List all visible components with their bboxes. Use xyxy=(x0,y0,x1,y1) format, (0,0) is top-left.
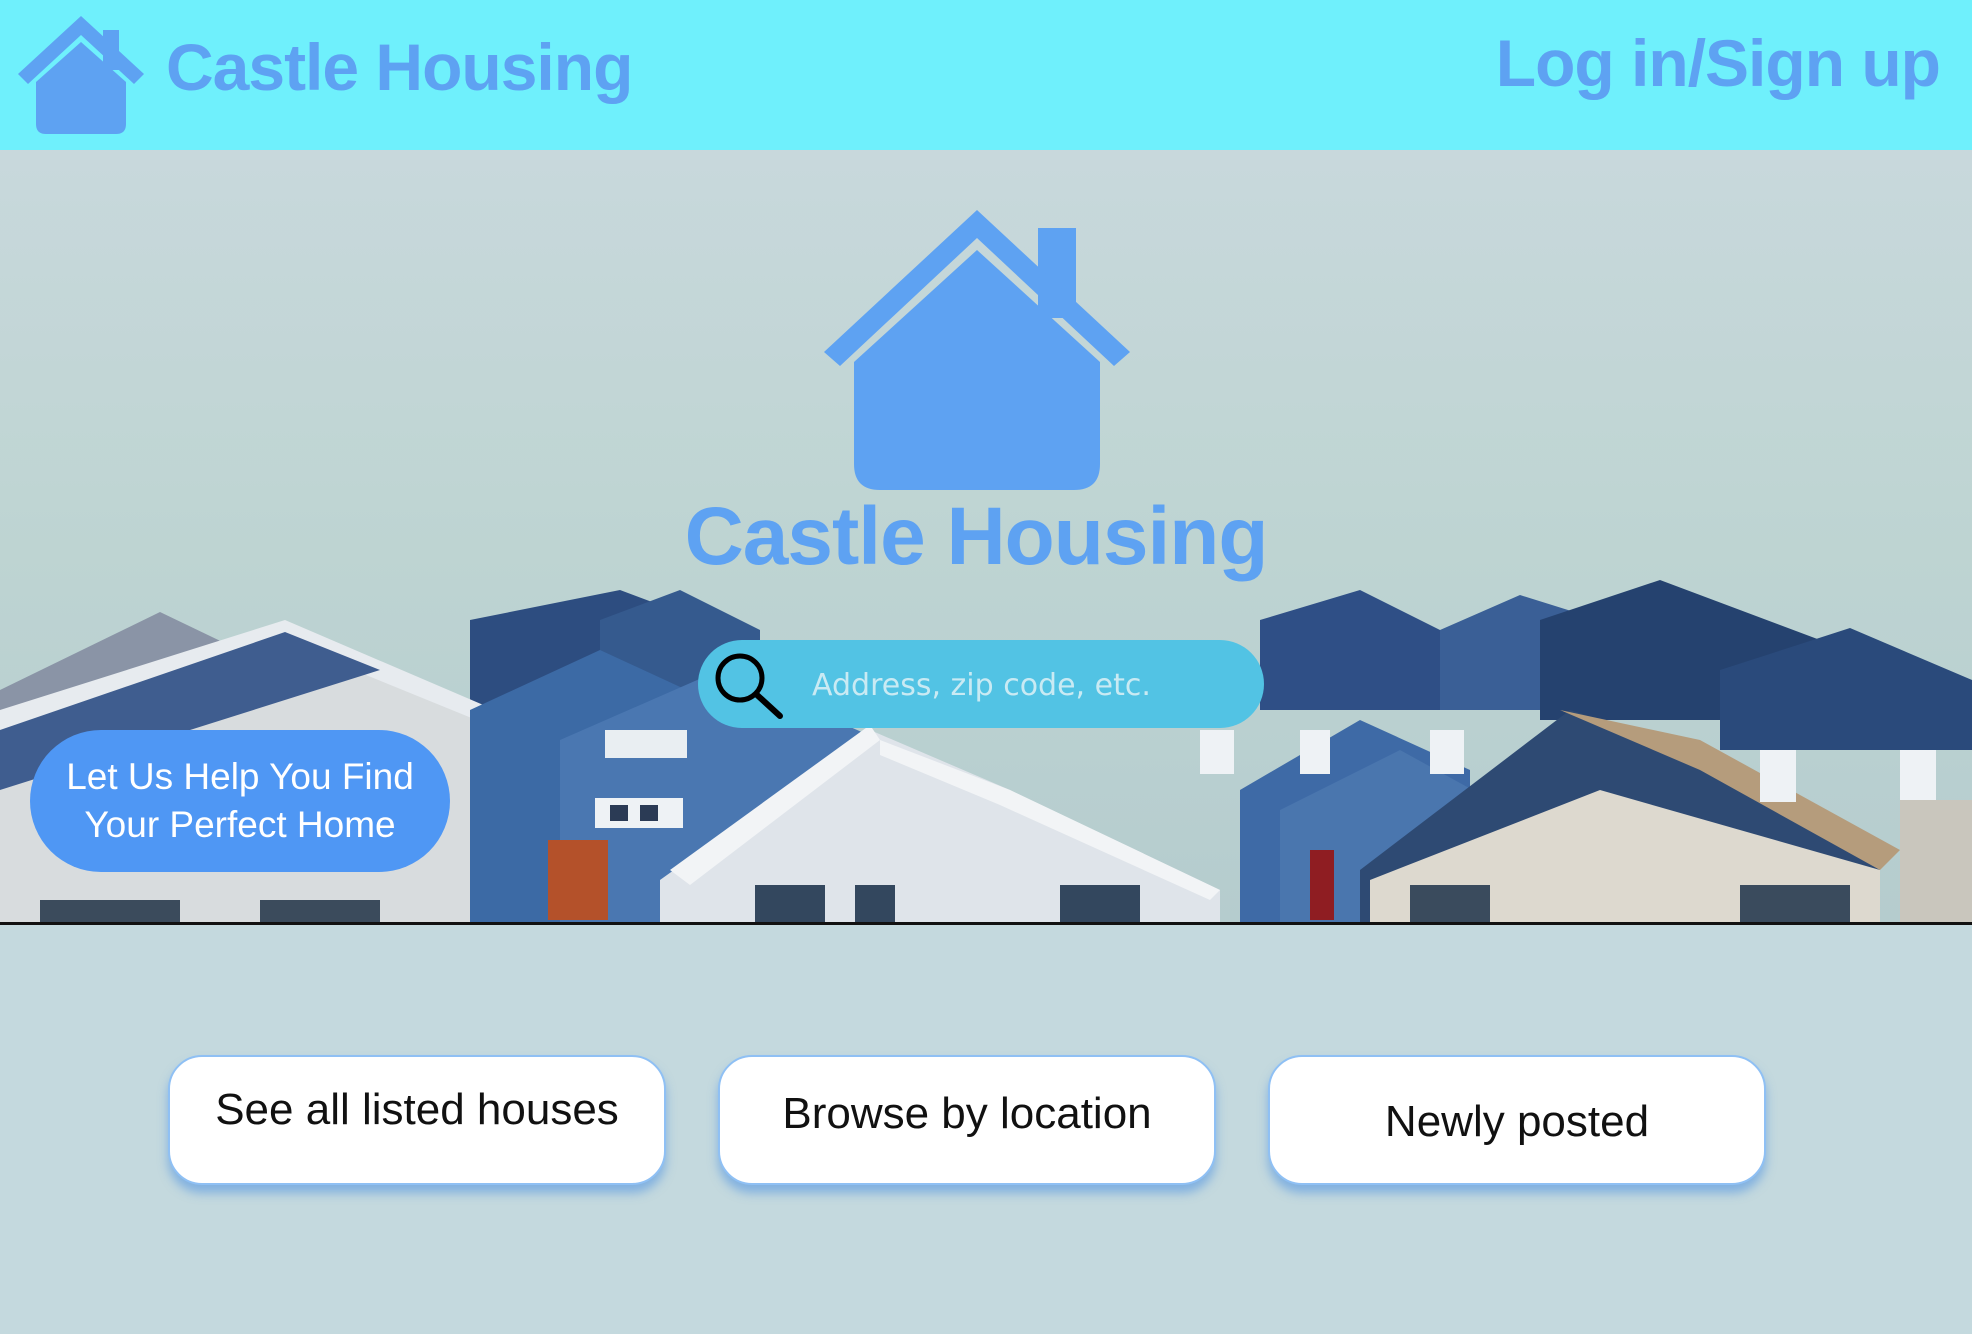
house-logo-icon xyxy=(824,210,1130,490)
see-all-listed-houses-button[interactable]: See all listed houses xyxy=(168,1055,666,1185)
header-brand-title[interactable]: Castle Housing xyxy=(166,30,633,106)
newly-posted-label: Newly posted xyxy=(1384,1097,1650,1146)
search-input[interactable] xyxy=(810,656,1234,714)
hero-brand-title: Castle Housing xyxy=(684,491,1269,582)
search-icon[interactable] xyxy=(712,650,788,720)
hero-banner: Castle Housing Let Us Help You Find Your… xyxy=(0,150,1972,924)
search-bar[interactable] xyxy=(698,640,1264,728)
login-signup-link[interactable]: Log in/Sign up xyxy=(1496,26,1941,102)
header-bar: Castle Housing Log in/Sign up xyxy=(0,0,1972,150)
browse-by-location-label: Browse by location xyxy=(782,1089,1152,1138)
hero-divider xyxy=(0,922,1972,925)
cta-badge: Let Us Help You Find Your Perfect Home xyxy=(30,730,450,872)
cta-line-1: Let Us Help You Find xyxy=(66,755,414,797)
newly-posted-button[interactable]: Newly posted xyxy=(1268,1055,1766,1185)
browse-by-location-button[interactable]: Browse by location xyxy=(718,1055,1216,1185)
see-all-listed-houses-label: See all listed houses xyxy=(215,1085,619,1134)
cta-line-2: Your Perfect Home xyxy=(84,804,396,845)
house-icon[interactable] xyxy=(18,16,144,134)
